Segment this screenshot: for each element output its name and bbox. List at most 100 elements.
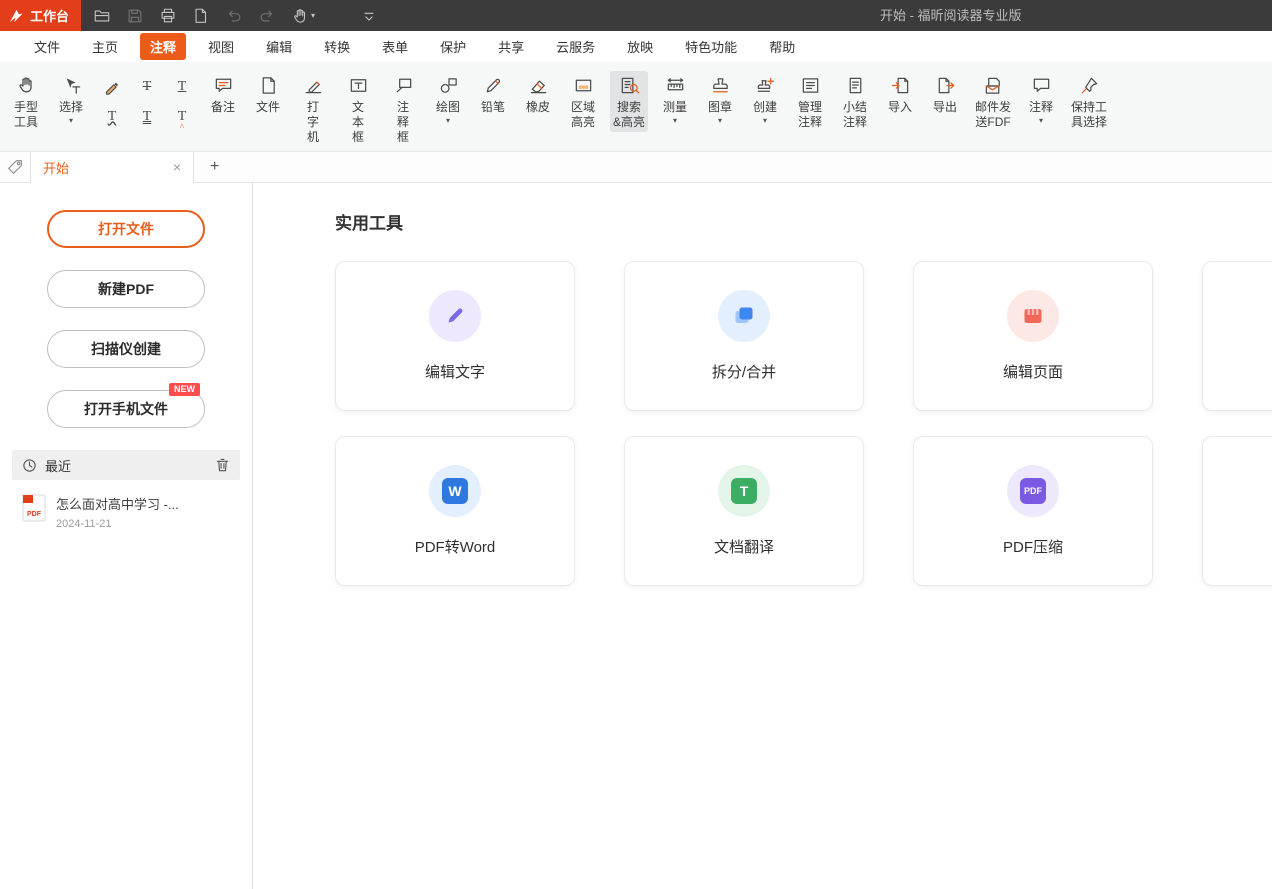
hand-tool-quick-icon[interactable]: ▾ [291,6,315,26]
ribbon-manage-comments[interactable]: 管理 注释 [792,71,828,132]
ribbon-typewriter[interactable]: 打 字 机 [295,71,331,147]
text-markup-tools-group: T T T T T^ [98,73,196,130]
recent-section-header: 最近 [12,450,240,480]
ribbon-summarize-comments[interactable]: 小结 注释 [837,71,873,132]
ribbon-textbox[interactable]: 文 本 框 [340,71,376,147]
titlebar: 工作台 ▾ 开始 - 福昕阅读器专业版 [0,0,1272,31]
open-mobile-file-label: 打开手机文件 [84,401,168,417]
section-title: 实用工具 [335,209,403,234]
menu-view[interactable]: 视图 [198,33,244,60]
ribbon: 手型 工具 选择 ▾ T T T T T^ 备注 文件 打 字 机 [0,62,1272,152]
strikeout-tool-button[interactable]: T [133,73,161,100]
card-doc-translate[interactable]: T 文档翻译 [624,436,864,586]
ribbon-pencil[interactable]: 铅笔 [475,71,511,117]
new-tab-button[interactable]: + [210,158,219,176]
search-highlight-icon [619,73,640,97]
ribbon-email-fdf[interactable]: 邮件发 送FDF [972,71,1014,132]
textbox-icon [348,73,369,97]
card-pdf-to-word[interactable]: W PDF转Word [335,436,575,586]
menu-cloud[interactable]: 云服务 [546,33,605,60]
doc-translate-icon: T [718,465,770,517]
ribbon-drawing[interactable]: 绘图 ▾ [430,71,466,127]
redo-icon[interactable] [258,6,276,26]
workspace-button[interactable]: 工作台 [0,0,81,31]
ribbon-measure[interactable]: 测量 ▾ [657,71,693,127]
tab-tag-icon[interactable] [0,152,30,182]
tool-cards-grid: 编辑文字 拆分/合并 编辑页面 W PDF转Word T 文档翻译 [335,261,1272,586]
card-partial[interactable] [1202,436,1272,586]
stamp-icon [710,73,731,97]
ribbon-eraser[interactable]: 橡皮 [520,71,556,117]
ribbon-select[interactable]: 选择 ▾ [53,71,89,127]
card-edit-text[interactable]: 编辑文字 [335,261,575,411]
recent-file-item[interactable]: PDF 怎么面对高中学习 -... 2024-11-21 [12,492,240,532]
ribbon-search-highlight[interactable]: 搜索 &高亮 [610,71,648,132]
ribbon-import[interactable]: 导入 [882,71,918,117]
print-icon[interactable] [159,6,177,26]
dropdown-arrow-icon: ▾ [1039,117,1043,125]
note-bubble-icon [213,73,234,97]
ribbon-comments-menu[interactable]: 注释 ▾ [1023,71,1059,127]
ribbon-callout[interactable]: 注 释 框 [385,71,421,147]
dropdown-arrow-icon: ▾ [763,117,767,125]
open-file-icon[interactable] [93,6,111,26]
menu-file[interactable]: 文件 [24,33,70,60]
card-pdf-compress[interactable]: PDF PDF压缩 [913,436,1153,586]
menu-convert[interactable]: 转换 [314,33,360,60]
ribbon-export[interactable]: 导出 [927,71,963,117]
insert-text-tool-button[interactable]: T^ [168,103,196,130]
shapes-icon [438,73,459,97]
eraser-icon [528,73,549,97]
dropdown-arrow-icon: ▾ [311,11,315,20]
create-stamp-icon [755,73,776,97]
hand-icon [16,73,36,97]
open-mobile-file-button[interactable]: 打开手机文件 NEW [47,390,205,428]
menu-comment[interactable]: 注释 [140,33,186,60]
share-document-icon[interactable] [192,6,210,26]
callout-icon [393,73,414,97]
card-edit-pages[interactable]: 编辑页面 [913,261,1153,411]
underline-tool-button[interactable]: T [168,73,196,100]
undo-icon[interactable] [225,6,243,26]
file-attachment-icon [258,73,279,97]
area-highlight-icon [573,73,594,97]
ribbon-create[interactable]: 创建 ▾ [747,71,783,127]
ribbon-file-attachment[interactable]: 文件 [250,71,286,117]
ribbon-note[interactable]: 备注 [205,71,241,117]
card-partial[interactable] [1202,261,1272,411]
comment-bubble-icon [1031,73,1052,97]
menu-form[interactable]: 表单 [372,33,418,60]
menu-help[interactable]: 帮助 [759,33,805,60]
scanner-create-button[interactable]: 扫描仪创建 [47,330,205,368]
toolbar-collapse-icon[interactable] [360,6,378,26]
squiggly-tool-button[interactable]: T [98,103,126,130]
menu-features[interactable]: 特色功能 [675,33,747,60]
pdf-compress-icon: PDF [1007,465,1059,517]
new-pdf-button[interactable]: 新建PDF [47,270,205,308]
close-icon[interactable]: × [173,159,181,175]
ribbon-keep-tool-selected[interactable]: 保持工 具选择 [1068,71,1110,132]
dropdown-arrow-icon: ▾ [446,117,450,125]
import-icon [890,73,911,97]
save-icon[interactable] [126,6,144,26]
tab-start[interactable]: 开始 × [30,152,194,183]
recent-file-name: 怎么面对高中学习 -... [56,494,179,513]
card-split-merge[interactable]: 拆分/合并 [624,261,864,411]
menu-present[interactable]: 放映 [617,33,663,60]
open-file-button[interactable]: 打开文件 [47,210,205,248]
ribbon-area-highlight[interactable]: 区域 高亮 [565,71,601,132]
trash-icon[interactable] [215,457,230,473]
ribbon-stamp[interactable]: 图章 ▾ [702,71,738,127]
summarize-comments-icon [845,73,866,97]
menu-share[interactable]: 共享 [488,33,534,60]
highlight-tool-button[interactable] [98,73,126,100]
ribbon-hand-tool[interactable]: 手型 工具 [8,71,44,132]
ruler-icon [665,73,686,97]
replace-text-tool-button[interactable]: T [133,103,161,130]
menu-home[interactable]: 主页 [82,33,128,60]
pdf-file-icon: PDF [22,494,46,522]
menu-protect[interactable]: 保护 [430,33,476,60]
foxit-logo-icon [9,9,24,23]
select-cursor-icon [61,73,82,97]
menu-edit[interactable]: 编辑 [256,33,302,60]
